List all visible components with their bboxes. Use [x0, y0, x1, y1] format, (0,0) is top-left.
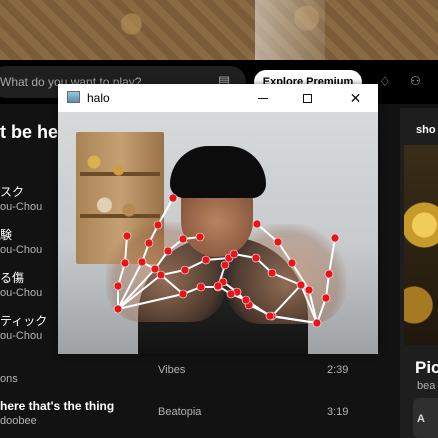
now-playing-track[interactable]: Pic	[415, 358, 438, 378]
row-album[interactable]: Beatopia	[158, 406, 201, 418]
row-duration: 2:39	[327, 364, 349, 376]
landmark-point	[113, 281, 123, 291]
maximize-icon	[303, 93, 312, 103]
landmark-point	[229, 249, 239, 259]
landmark-points	[113, 193, 340, 328]
landmark-point	[241, 295, 251, 305]
landmark-point	[168, 193, 178, 203]
landmark-point	[324, 269, 334, 279]
friends-icon[interactable]: ⚇	[410, 74, 426, 90]
track-artist[interactable]: ou-Chou	[0, 330, 42, 342]
landmark-point	[252, 219, 262, 229]
landmark-point	[137, 257, 147, 267]
landmark-point	[330, 233, 340, 243]
now-playing-title: sho	[416, 124, 436, 136]
bell-icon[interactable]: ♢	[379, 74, 393, 90]
minimize-button[interactable]	[240, 84, 285, 112]
row-album[interactable]: Vibes	[158, 364, 185, 376]
close-button[interactable]: ✕	[333, 84, 378, 112]
row-title[interactable]: here that's the thing	[0, 399, 114, 413]
camera-feed	[58, 112, 378, 354]
camera-window: halo ✕	[58, 84, 378, 354]
row-duration: 3:19	[327, 406, 349, 418]
track-artist[interactable]: ou-Chou	[0, 287, 42, 299]
landmark-point	[163, 246, 173, 256]
landmark-point	[178, 234, 188, 244]
landmark-point	[178, 289, 188, 299]
window-title: halo	[87, 91, 110, 105]
right-index-line	[256, 223, 318, 324]
left-pinky-line	[117, 264, 226, 310]
app-icon	[67, 91, 80, 103]
landmark-point	[153, 220, 163, 230]
landmark-point	[196, 282, 206, 292]
now-playing-card-text: A	[417, 413, 425, 425]
landmark-point	[144, 238, 154, 248]
track-artist[interactable]: ou-Chou	[0, 244, 42, 256]
landmark-point	[120, 258, 130, 268]
left-hand-skeleton	[117, 197, 230, 310]
landmark-point	[195, 232, 205, 242]
landmark-point	[201, 255, 211, 265]
window-titlebar[interactable]: halo ✕	[58, 84, 378, 112]
right-wrist-point	[312, 318, 322, 328]
landmark-point	[251, 253, 261, 263]
landmark-point	[267, 268, 277, 278]
now-playing-artwork[interactable]	[404, 145, 438, 345]
landmark-point	[321, 293, 331, 303]
landmark-point	[180, 265, 190, 275]
landmark-point	[226, 289, 236, 299]
minimize-icon	[257, 97, 268, 99]
landmark-point	[287, 258, 297, 268]
row-title[interactable]: ons	[0, 373, 18, 385]
landmark-point	[156, 270, 166, 280]
landmark-point	[220, 260, 230, 270]
close-icon: ✕	[349, 89, 362, 106]
track-title[interactable]: る傷	[0, 269, 24, 286]
track-title[interactable]: ティック	[0, 312, 47, 329]
row-artist[interactable]: doobee	[0, 415, 37, 427]
landmark-point	[304, 285, 314, 295]
landmark-point	[296, 280, 306, 290]
landmark-point	[265, 311, 275, 321]
landmark-point	[150, 264, 160, 274]
library-section-title: t be her	[0, 122, 66, 142]
track-artist[interactable]: ou-Chou	[0, 201, 42, 213]
right-thumb-line	[316, 237, 336, 324]
left-wrist-point	[113, 304, 123, 314]
landmark-point	[273, 237, 283, 247]
track-title[interactable]: スク	[0, 183, 24, 200]
maximize-button[interactable]	[285, 84, 330, 112]
left-ring-line	[117, 257, 230, 310]
landmark-point	[122, 231, 132, 241]
track-title[interactable]: 験	[0, 226, 12, 243]
landmark-point	[213, 281, 223, 291]
desktop-wallpaper	[0, 0, 438, 60]
now-playing-artist[interactable]: bea	[417, 380, 435, 392]
hand-landmarks-overlay	[113, 193, 340, 328]
